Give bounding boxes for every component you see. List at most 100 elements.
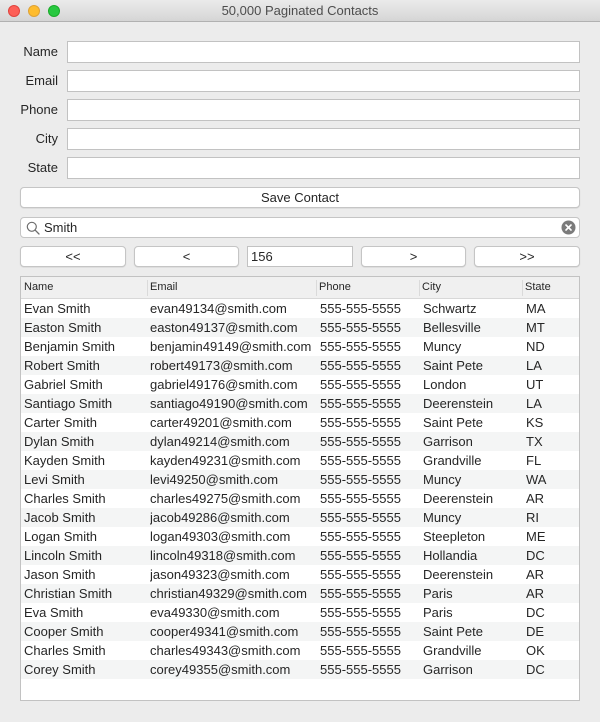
phone-field[interactable] xyxy=(67,99,580,121)
table-row[interactable]: Gabriel Smith gabriel49176@smith.com 555-5… xyxy=(21,375,579,394)
email-label: Email xyxy=(25,73,58,88)
column-divider[interactable] xyxy=(147,280,148,296)
cell-name: Santiago Smith xyxy=(24,396,113,411)
table-row[interactable]: Corey Smith corey49355@smith.com 555-555-5… xyxy=(21,660,579,679)
table-body: Evan Smith evan49134@smith.com 555-555-555… xyxy=(21,299,579,698)
email-field[interactable] xyxy=(67,70,580,92)
cell-state: AR xyxy=(526,567,545,582)
search-field[interactable] xyxy=(20,217,580,238)
column-header-phone[interactable]: Phone xyxy=(319,281,351,293)
cell-email: dylan49214@smith.com xyxy=(150,434,290,449)
cell-email: robert49173@smith.com xyxy=(150,358,293,373)
cell-email: kayden49231@smith.com xyxy=(150,453,301,468)
table-row[interactable]: Jason Smith jason49323@smith.com 555-555-5… xyxy=(21,565,579,584)
cell-state: WA xyxy=(526,472,547,487)
cell-email: cooper49341@smith.com xyxy=(150,624,299,639)
cell-name: Robert Smith xyxy=(24,358,100,373)
table-header: Name Email Phone City State xyxy=(21,277,579,299)
table-row[interactable]: Kayden Smith kayden49231@smith.com 555-555… xyxy=(21,451,579,470)
cell-state: KS xyxy=(526,415,544,430)
table-row[interactable]: Charles Smith charles49275@smith.com 555-5… xyxy=(21,489,579,508)
next-page-button[interactable]: > xyxy=(361,246,466,267)
table-row[interactable]: Charles Smith charles49343@smith.com 555-5… xyxy=(21,641,579,660)
cell-state: AR xyxy=(526,586,545,601)
cell-phone: 555-555-5555 xyxy=(320,301,401,316)
table-row[interactable]: Christian Smith christian49329@smith.com 5… xyxy=(21,584,579,603)
state-field[interactable] xyxy=(67,157,580,179)
save-contact-button[interactable]: Save Contact xyxy=(20,187,580,208)
cell-state: ME xyxy=(526,529,546,544)
table-row[interactable]: Santiago Smith santiago49190@smith.com 555… xyxy=(21,394,579,413)
cell-city: Paris xyxy=(423,586,453,601)
clear-search-icon[interactable] xyxy=(561,220,576,235)
cell-name: Benjamin Smith xyxy=(24,339,116,354)
table-row[interactable]: Evan Smith evan49134@smith.com 555-555-555… xyxy=(21,299,579,318)
page-number-field[interactable] xyxy=(247,246,353,267)
name-field[interactable] xyxy=(67,41,580,63)
cell-city: Muncy xyxy=(423,472,462,487)
cell-phone: 555-555-5555 xyxy=(320,377,401,392)
table-row[interactable]: Eva Smith eva49330@smith.com 555-555-5555 P… xyxy=(21,603,579,622)
cell-name: Jacob Smith xyxy=(24,510,96,525)
first-page-button[interactable]: << xyxy=(20,246,126,267)
cell-city: Saint Pete xyxy=(423,358,483,373)
column-divider[interactable] xyxy=(316,280,317,296)
column-header-city[interactable]: City xyxy=(422,281,441,293)
cell-email: santiago49190@smith.com xyxy=(150,396,308,411)
cell-phone: 555-555-5555 xyxy=(320,662,401,677)
cell-phone: 555-555-5555 xyxy=(320,415,401,430)
cell-city: Grandville xyxy=(423,453,482,468)
cell-state: DC xyxy=(526,605,545,620)
table-row[interactable]: Easton Smith easton49137@smith.com 555-555… xyxy=(21,318,579,337)
cell-name: Evan Smith xyxy=(24,301,91,316)
cell-state: TX xyxy=(526,434,543,449)
cell-state: UT xyxy=(526,377,544,392)
cell-state: OK xyxy=(526,643,545,658)
cell-email: lincoln49318@smith.com xyxy=(150,548,296,563)
cell-phone: 555-555-5555 xyxy=(320,529,401,544)
cell-email: charles49275@smith.com xyxy=(150,491,301,506)
cell-city: Muncy xyxy=(423,339,462,354)
table-row[interactable]: Jacob Smith jacob49286@smith.com 555-555-5… xyxy=(21,508,579,527)
table-row[interactable]: Benjamin Smith benjamin49149@smith.com 555… xyxy=(21,337,579,356)
city-label: City xyxy=(35,131,58,146)
phone-label: Phone xyxy=(20,102,58,117)
column-divider[interactable] xyxy=(522,280,523,296)
cell-email: benjamin49149@smith.com xyxy=(150,339,312,354)
column-divider[interactable] xyxy=(419,280,420,296)
last-page-button[interactable]: >> xyxy=(474,246,580,267)
cell-phone: 555-555-5555 xyxy=(320,605,401,620)
table-row[interactable]: Lincoln Smith lincoln49318@smith.com 555-5… xyxy=(21,546,579,565)
table-row[interactable]: Robert Smith robert49173@smith.com 555-555… xyxy=(21,356,579,375)
cell-phone: 555-555-5555 xyxy=(320,396,401,411)
empty-row xyxy=(21,679,579,698)
cell-name: Dylan Smith xyxy=(24,434,95,449)
cell-state: MA xyxy=(526,301,546,316)
contacts-table[interactable]: Name Email Phone City State Evan Smith ev… xyxy=(20,276,580,701)
cell-name: Eva Smith xyxy=(24,605,84,620)
search-input[interactable] xyxy=(44,219,544,236)
cell-state: AR xyxy=(526,491,545,506)
cell-email: carter49201@smith.com xyxy=(150,415,292,430)
table-row[interactable]: Cooper Smith cooper49341@smith.com 555-555… xyxy=(21,622,579,641)
cell-state: RI xyxy=(526,510,539,525)
city-field[interactable] xyxy=(67,128,580,150)
cell-city: Garrison xyxy=(423,434,473,449)
cell-email: eva49330@smith.com xyxy=(150,605,280,620)
search-icon xyxy=(26,221,40,235)
table-row[interactable]: Carter Smith carter49201@smith.com 555-555… xyxy=(21,413,579,432)
window-title: 50,000 Paginated Contacts xyxy=(221,3,379,18)
cell-email: jacob49286@smith.com xyxy=(150,510,290,525)
table-row[interactable]: Logan Smith logan49303@smith.com 555-555-5… xyxy=(21,527,579,546)
column-header-email[interactable]: Email xyxy=(150,281,178,293)
name-label: Name xyxy=(23,44,58,59)
cell-phone: 555-555-5555 xyxy=(320,548,401,563)
table-row[interactable]: Dylan Smith dylan49214@smith.com 555-555-5… xyxy=(21,432,579,451)
cell-state: MT xyxy=(526,320,545,335)
cell-email: jason49323@smith.com xyxy=(150,567,290,582)
table-row[interactable]: Levi Smith levi49250@smith.com 555-555-555… xyxy=(21,470,579,489)
previous-page-button[interactable]: < xyxy=(134,246,239,267)
column-header-state[interactable]: State xyxy=(525,281,551,293)
column-header-name[interactable]: Name xyxy=(24,281,53,293)
cell-email: corey49355@smith.com xyxy=(150,662,291,677)
